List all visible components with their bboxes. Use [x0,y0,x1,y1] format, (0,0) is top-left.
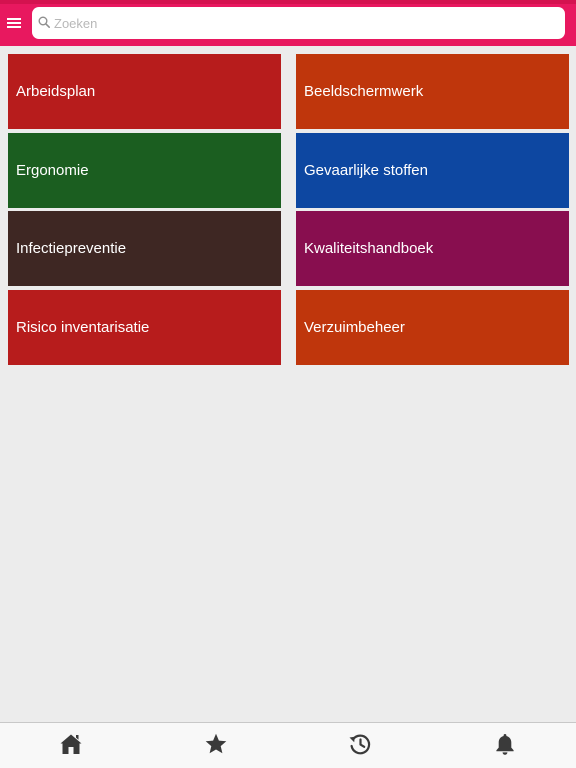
tab-history[interactable] [288,723,432,768]
tile-label: Risico inventarisatie [16,319,150,336]
app-header [0,0,576,46]
bell-icon [496,734,514,755]
tile-label: Verzuimbeheer [304,319,405,336]
tile-label: Infectiepreventie [16,240,127,257]
hamburger-menu-icon[interactable] [7,14,23,32]
tile-label: Ergonomie [16,162,89,179]
tab-notifications[interactable] [432,723,576,768]
tile-kwaliteitshandboek[interactable]: Kwaliteitshandboek [296,211,569,286]
bottom-tab-bar [0,722,576,768]
tile-label: Beeldschermwerk [304,83,424,100]
tab-favorites[interactable] [144,723,288,768]
tile-risico-inventarisatie[interactable]: Risico inventarisatie [8,290,281,365]
history-icon [349,734,371,755]
tab-home[interactable] [0,723,144,768]
star-icon [205,733,227,754]
tile-verzuimbeheer[interactable]: Verzuimbeheer [296,290,569,365]
tile-label: Arbeidsplan [16,83,96,100]
search-input[interactable] [54,7,554,39]
tile-infectiepreventie[interactable]: Infectiepreventie [8,211,281,286]
tile-gevaarlijke-stoffen[interactable]: Gevaarlijke stoffen [296,133,569,208]
search-icon [38,16,50,28]
tile-arbeidsplan[interactable]: Arbeidsplan [8,54,281,129]
tile-label: Gevaarlijke stoffen [304,162,428,179]
tile-label: Kwaliteitshandboek [304,240,434,257]
tile-ergonomie[interactable]: Ergonomie [8,133,281,208]
home-icon [60,734,82,754]
search-bar[interactable] [32,7,565,39]
tile-beeldschermwerk[interactable]: Beeldschermwerk [296,54,569,129]
